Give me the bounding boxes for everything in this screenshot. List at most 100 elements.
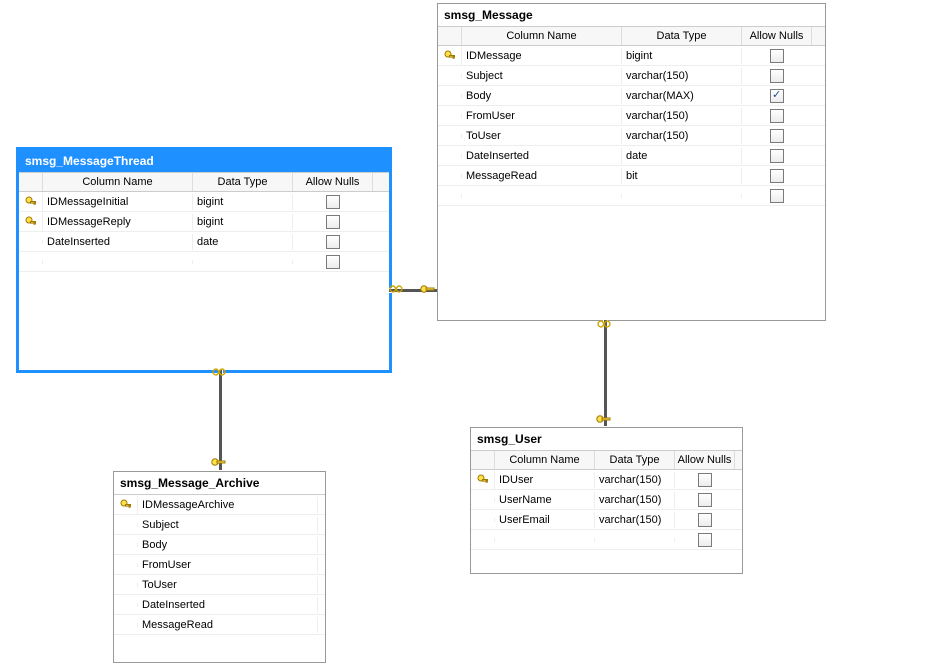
data-type-cell[interactable] [622,194,742,198]
data-type-cell[interactable]: bigint [193,194,293,210]
data-type-cell[interactable]: bigint [622,48,742,64]
column-name-cell[interactable]: MessageRead [138,617,318,633]
column-name-cell[interactable]: IDUser [495,472,595,488]
table-row[interactable]: UserNamevarchar(150) [471,490,742,510]
checkbox[interactable] [326,255,340,269]
allow-nulls-cell[interactable] [742,167,812,185]
table-row[interactable]: MessageReadbit [438,166,825,186]
checkbox[interactable] [770,49,784,63]
table-row[interactable]: Subjectvarchar(150) [438,66,825,86]
table-title: smsg_Message [438,4,825,26]
table-row[interactable]: MessageRead [114,615,325,635]
table-smsg-message-archive[interactable]: smsg_Message_Archive IDMessageArchiveSub… [113,471,326,663]
checkbox[interactable] [770,129,784,143]
column-name-cell[interactable]: ToUser [462,128,622,144]
table-row[interactable] [19,252,389,272]
column-name-cell[interactable]: DateInserted [462,148,622,164]
allow-nulls-cell[interactable] [742,127,812,145]
table-row[interactable]: DateInserteddate [19,232,389,252]
data-type-cell[interactable]: date [193,234,293,250]
table-row[interactable]: ToUservarchar(150) [438,126,825,146]
allow-nulls-cell[interactable] [675,531,735,549]
column-name-cell[interactable]: DateInserted [43,234,193,250]
checkbox[interactable] [770,109,784,123]
checkbox[interactable] [770,189,784,203]
data-type-cell[interactable]: date [622,148,742,164]
data-type-cell[interactable]: varchar(150) [595,512,675,528]
data-type-cell[interactable] [595,538,675,542]
table-row[interactable]: Body [114,535,325,555]
column-name-cell[interactable]: Subject [462,68,622,84]
table-row[interactable]: IDMessageInitialbigint [19,192,389,212]
table-smsg-message[interactable]: smsg_Message Column Name Data Type Allow… [437,3,826,321]
allow-nulls-cell[interactable] [742,187,812,205]
data-type-cell[interactable]: varchar(150) [595,492,675,508]
checkbox[interactable] [698,493,712,507]
column-name-cell[interactable] [462,194,622,198]
allow-nulls-cell[interactable] [293,233,373,251]
column-name-cell[interactable]: UserName [495,492,595,508]
allow-nulls-cell[interactable] [293,253,373,271]
column-name-cell[interactable]: Body [138,537,318,553]
allow-nulls-cell[interactable] [742,147,812,165]
column-name-cell[interactable]: MessageRead [462,168,622,184]
allow-nulls-cell[interactable] [675,471,735,489]
allow-nulls-cell[interactable] [675,511,735,529]
checkbox[interactable] [770,149,784,163]
allow-nulls-cell[interactable] [293,193,373,211]
table-row[interactable]: IDMessageArchive [114,495,325,515]
data-type-cell[interactable]: bit [622,168,742,184]
data-type-cell[interactable]: varchar(MAX) [622,88,742,104]
column-name-cell[interactable]: Subject [138,517,318,533]
data-type-cell[interactable]: varchar(150) [622,68,742,84]
checkbox[interactable] [698,533,712,547]
column-name-cell[interactable]: FromUser [462,108,622,124]
table-row[interactable]: ToUser [114,575,325,595]
column-name-cell[interactable]: Body [462,88,622,104]
table-row[interactable]: DateInserted [114,595,325,615]
table-row[interactable]: Bodyvarchar(MAX) [438,86,825,106]
checkbox[interactable] [770,169,784,183]
column-name-cell[interactable]: IDMessageReply [43,214,193,230]
column-name-cell[interactable]: IDMessage [462,48,622,64]
checkbox[interactable] [770,89,784,103]
checkbox[interactable] [326,235,340,249]
data-type-cell[interactable]: varchar(150) [622,128,742,144]
data-type-cell[interactable]: varchar(150) [595,472,675,488]
allow-nulls-cell[interactable] [742,107,812,125]
data-type-cell[interactable]: varchar(150) [622,108,742,124]
allow-nulls-cell[interactable] [293,213,373,231]
table-row[interactable]: FromUser [114,555,325,575]
checkbox[interactable] [326,215,340,229]
table-row[interactable]: UserEmailvarchar(150) [471,510,742,530]
table-row[interactable]: FromUservarchar(150) [438,106,825,126]
table-row[interactable]: IDMessagebigint [438,46,825,66]
table-smsg-message-thread[interactable]: smsg_MessageThread Column Name Data Type… [16,147,392,373]
column-name-cell[interactable]: IDMessageArchive [138,497,318,513]
allow-nulls-cell[interactable] [742,87,812,105]
allow-nulls-cell[interactable] [742,47,812,65]
col-null-header: Allow Nulls [675,451,735,469]
column-name-cell[interactable]: UserEmail [495,512,595,528]
column-name-cell[interactable]: ToUser [138,577,318,593]
column-name-cell[interactable] [495,538,595,542]
checkbox[interactable] [770,69,784,83]
checkbox[interactable] [326,195,340,209]
table-row[interactable] [471,530,742,550]
table-row[interactable]: Subject [114,515,325,535]
table-row[interactable]: DateInserteddate [438,146,825,166]
checkbox[interactable] [698,513,712,527]
data-type-cell[interactable] [193,260,293,264]
table-row[interactable]: IDMessageReplybigint [19,212,389,232]
column-name-cell[interactable]: DateInserted [138,597,318,613]
table-smsg-user[interactable]: smsg_User Column Name Data Type Allow Nu… [470,427,743,574]
data-type-cell[interactable]: bigint [193,214,293,230]
column-name-cell[interactable]: FromUser [138,557,318,573]
allow-nulls-cell[interactable] [675,491,735,509]
column-name-cell[interactable] [43,260,193,264]
table-row[interactable]: IDUservarchar(150) [471,470,742,490]
table-row[interactable] [438,186,825,206]
checkbox[interactable] [698,473,712,487]
allow-nulls-cell[interactable] [742,67,812,85]
column-name-cell[interactable]: IDMessageInitial [43,194,193,210]
